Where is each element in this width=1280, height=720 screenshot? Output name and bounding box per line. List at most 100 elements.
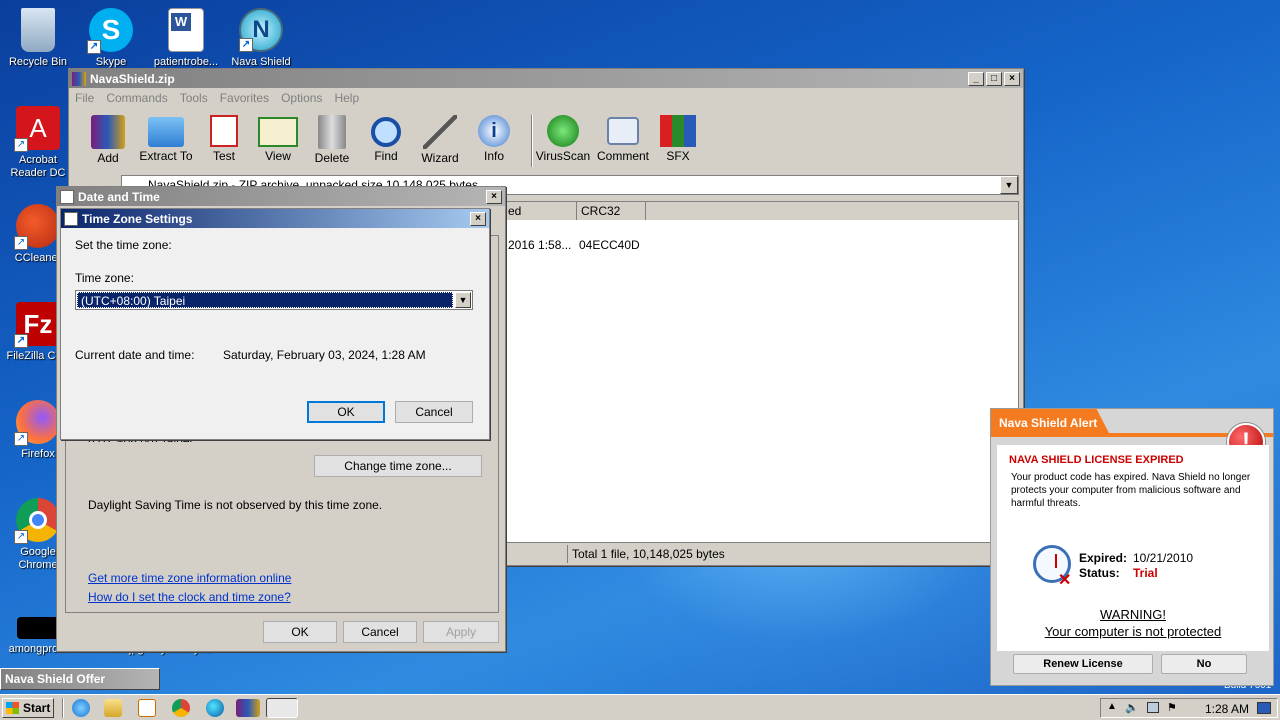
how-set-clock-link[interactable]: How do I set the clock and time zone? [88,590,291,604]
acrobat-icon: A ↗ [14,106,60,152]
desktop-icon-nava-shield[interactable]: N ↗ Nava Shield [223,8,299,69]
date-time-titlebar[interactable]: Date and Time × [57,187,505,206]
explorer-folder-icon[interactable] [104,699,122,717]
winrar-app-icon [72,71,86,86]
menu-help[interactable]: Help [334,91,359,105]
info-icon: i [478,115,510,147]
chevron-down-icon[interactable]: ▼ [455,292,471,308]
taskbar: Start ▲ 🔈 ⚑ 1:28 AM [0,694,1280,720]
date-time-close-button[interactable]: × [486,189,502,204]
date-time-apply-button[interactable]: Apply [423,621,499,643]
no-button[interactable]: No [1161,654,1247,674]
menu-file[interactable]: File [75,91,94,105]
menu-favorites[interactable]: Favorites [220,91,269,105]
magnifier-icon [371,117,401,147]
stopwatch-icon: ✕ [1033,545,1071,589]
alert-content: NAVA SHIELD LICENSE EXPIRED Your product… [997,445,1269,651]
toolbar-delete[interactable]: Delete [307,113,357,165]
file-icon [17,617,59,639]
flag-icon[interactable]: ⚑ [1167,701,1177,714]
toolbar-info[interactable]: i Info [469,113,519,163]
toolbar-find[interactable]: Find [361,113,411,163]
desktop-icon-word-doc[interactable]: W patientrobe... [148,8,224,69]
date-time-taskbar-icon[interactable] [266,698,298,718]
test-icon [210,115,238,147]
more-timezone-info-link[interactable]: Get more time zone information online [88,571,291,585]
winrar-taskbar-icon[interactable] [236,699,260,717]
maximize-button[interactable]: □ [986,71,1002,86]
time-zone-close-button[interactable]: × [470,211,486,226]
edge-icon[interactable] [206,699,224,717]
toolbar-add[interactable]: Add [83,113,133,165]
warning-subtitle: Your computer is not protected [1044,624,1222,639]
alert-body: Your product code has expired. Nava Shie… [1011,472,1251,509]
clock-icon [60,189,74,204]
toolbar-virusscan[interactable]: VirusScan [535,113,591,163]
winrar-menubar: File Commands Tools Favorites Options He… [69,88,1023,108]
network-icon[interactable] [1147,702,1159,713]
current-datetime-label: Current date and time: [75,348,195,362]
recycle-bin-icon [21,8,55,52]
status-value: Trial [1133,566,1158,580]
date-time-cancel-button[interactable]: Cancel [343,621,417,643]
status-total: Total 1 file, 10,148,025 bytes [567,545,1017,563]
column-modified[interactable]: ed [508,204,521,218]
menu-commands[interactable]: Commands [106,91,167,105]
ie-icon[interactable] [72,699,90,717]
tray-expand-icon[interactable]: ▲ [1107,701,1117,712]
column-crc32[interactable]: CRC32 [576,202,646,220]
toolbar-separator [531,115,533,167]
chrome-taskbar-icon[interactable] [172,699,190,717]
sfx-icon [660,115,696,147]
change-time-zone-button[interactable]: Change time zone... [314,455,482,477]
toolbar-extract-to[interactable]: Extract To [137,113,195,163]
winrar-toolbar: Add Extract To Test View Delete Find Wiz… [83,113,703,169]
tray-clock[interactable]: 1:28 AM [1205,702,1249,716]
folder-icon [148,117,184,147]
minimize-button[interactable]: _ [968,71,984,86]
date-time-ok-button[interactable]: OK [263,621,337,643]
dst-text: Daylight Saving Time is not observed by … [88,498,383,512]
skype-icon: S ↗ [87,8,133,54]
show-desktop-icon[interactable] [1257,702,1271,714]
windows-logo-icon [6,702,19,714]
nava-shield-icon: N ↗ [239,8,283,52]
chrome-icon: ↗ [14,498,60,544]
menu-tools[interactable]: Tools [180,91,208,105]
media-player-icon[interactable] [138,699,156,717]
nava-shield-alert[interactable]: Nava Shield Alert ! NAVA SHIELD LICENSE … [990,408,1274,686]
status-label: Status: [1079,566,1120,580]
toolbar-view[interactable]: View [253,113,303,163]
wand-icon [423,115,457,149]
toolbar-sfx[interactable]: SFX [653,113,703,163]
desktop-icon-acrobat[interactable]: A ↗ Acrobat Reader DC [0,106,76,180]
time-zone-cancel-button[interactable]: Cancel [395,401,473,423]
set-timezone-label: Set the time zone: [75,238,172,252]
desktop-icon-skype[interactable]: S ↗ Skype [73,8,149,69]
toolbar-comment[interactable]: Comment [595,113,651,163]
virus-bug-icon [547,115,579,147]
firefox-icon: ↗ [14,400,60,446]
timezone-selected-value: (UTC+08:00) Taipei [77,292,453,308]
menu-options[interactable]: Options [281,91,322,105]
dropdown-arrow-icon[interactable]: ▼ [1000,176,1018,194]
desktop-icon-recycle-bin[interactable]: Recycle Bin [0,8,76,69]
add-icon [91,115,125,149]
expired-value: 10/21/2010 [1133,551,1194,565]
timezone-label: Time zone: [75,271,134,285]
time-zone-titlebar[interactable]: Time Zone Settings × [61,209,489,228]
time-zone-settings-dialog[interactable]: Time Zone Settings × Set the time zone: … [60,208,490,440]
renew-license-button[interactable]: Renew License [1013,654,1153,674]
expired-label: Expired: [1079,551,1128,565]
close-button[interactable]: × [1004,71,1020,86]
toolbar-wizard[interactable]: Wizard [415,113,465,165]
timezone-select[interactable]: (UTC+08:00) Taipei ▼ [75,290,473,310]
trash-icon [318,115,346,149]
start-button[interactable]: Start [2,698,54,718]
winrar-titlebar[interactable]: NavaShield.zip _ □ × [69,69,1023,88]
volume-icon[interactable]: 🔈 [1125,701,1139,714]
nava-offer-bar[interactable]: Nava Shield Offer [0,668,160,690]
time-zone-ok-button[interactable]: OK [307,401,385,423]
toolbar-test[interactable]: Test [199,113,249,163]
taskbar-separator [62,698,64,718]
